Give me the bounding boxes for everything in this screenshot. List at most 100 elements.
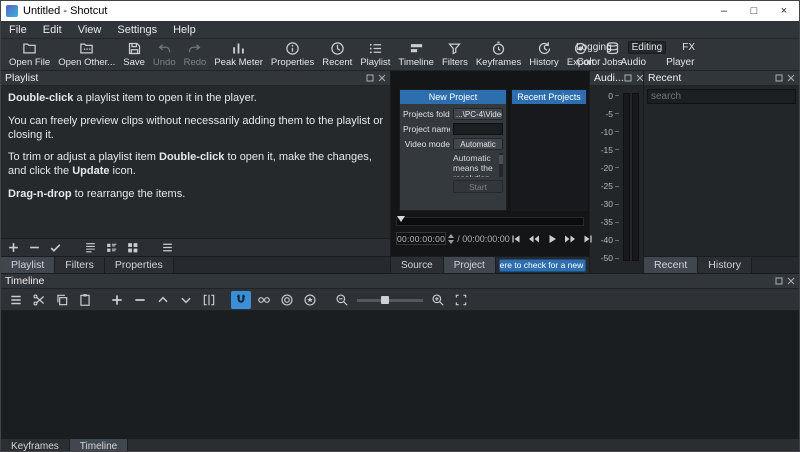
tab-timeline[interactable]: Timeline [69,439,129,451]
undo-button[interactable]: Undo [149,40,180,70]
peak-meter-button[interactable]: Peak Meter [210,40,267,70]
time-spinner[interactable] [448,233,455,244]
rewind-icon[interactable] [528,233,540,245]
recent-button[interactable]: Recent [318,40,356,70]
cut-button[interactable] [29,291,49,309]
recent-icon [330,41,345,56]
close-panel-icon[interactable] [787,74,795,82]
zoom-slider-handle[interactable] [381,295,389,304]
menu-view[interactable]: View [70,21,110,38]
projects-folder-button[interactable]: ...\PC-4\Videos [453,108,503,120]
zoom-fit-icon [454,293,468,307]
play-icon[interactable] [546,233,558,245]
save-icon [127,41,142,56]
tab-history[interactable]: History [698,257,752,273]
tab-playlist[interactable]: Playlist [1,257,56,273]
zoom-fit-button[interactable] [451,291,471,309]
menu-edit[interactable]: Edit [35,21,70,38]
recent-list-area [644,86,799,256]
menu-file[interactable]: File [1,21,35,38]
recent-search-input[interactable] [647,89,796,104]
timeline-button[interactable]: Timeline [394,40,438,70]
open-file-button[interactable]: Open File [5,40,54,70]
close-panel-icon[interactable] [787,277,795,285]
ripple-delete-button[interactable] [130,291,150,309]
check-version-button[interactable]: Click here to check for a new versi... [498,258,586,272]
view-icons-icon[interactable] [126,241,139,254]
project-name-label: Project name [403,124,450,134]
video-mode-button[interactable]: Automatic [453,138,503,150]
layout-color-button[interactable]: Color [573,56,605,69]
timeline-menu-button[interactable] [6,291,26,309]
zoom-in-icon [431,293,445,307]
timeline-track-area[interactable] [1,311,799,438]
main-toolbar: Open File Open Other... Save Undo Redo P… [1,39,799,71]
fast-forward-icon[interactable] [564,233,576,245]
lift-button[interactable] [153,291,173,309]
overwrite-button[interactable] [176,291,196,309]
tab-filters[interactable]: Filters [55,257,105,273]
history-button[interactable]: History [525,40,563,70]
zoom-out-button[interactable] [332,291,352,309]
playhead-marker[interactable] [397,216,405,222]
note-scrollbar[interactable] [499,153,503,177]
layout-audio-button[interactable]: Audio [617,56,651,69]
paste-button[interactable] [75,291,95,309]
start-button[interactable]: Start [453,180,503,193]
view-tiles-icon[interactable] [105,241,118,254]
zoom-slider-track[interactable] [357,298,423,302]
save-button[interactable]: Save [119,40,149,70]
keyframes-button[interactable]: Keyframes [472,40,525,70]
seek-bar[interactable] [396,217,584,226]
ripple-button[interactable] [277,291,297,309]
skip-to-start-icon[interactable] [510,233,522,245]
menu-settings[interactable]: Settings [109,21,165,38]
zoom-in-button[interactable] [428,291,448,309]
properties-button[interactable]: Properties [267,40,318,70]
minimize-button[interactable]: – [709,1,739,21]
spin-up-icon[interactable] [448,233,455,238]
update-playlist-icon[interactable] [49,241,62,254]
ripple-all-tracks-button[interactable] [300,291,320,309]
recent-tabbar: Recent History [644,256,799,273]
spin-down-icon[interactable] [448,239,455,244]
playlist-panel-title: Playlist [5,72,39,84]
tab-source[interactable]: Source [391,257,444,273]
snap-toggle-button[interactable] [231,290,251,309]
layout-logging-button[interactable]: Logging [572,41,616,54]
open-other-button[interactable]: Open Other... [54,40,119,70]
float-panel-icon[interactable] [775,74,783,82]
copy-button[interactable] [52,291,72,309]
menu-help[interactable]: Help [165,21,204,38]
new-project-header[interactable]: New Project [400,90,506,104]
float-panel-icon[interactable] [775,277,783,285]
zoom-slider[interactable] [357,294,423,306]
recent-projects-header[interactable]: Recent Projects [512,90,586,104]
scrub-while-dragging-button[interactable] [254,291,274,309]
redo-button[interactable]: Redo [180,40,211,70]
add-to-playlist-icon[interactable] [7,241,20,254]
layout-editing-button[interactable]: Editing [627,41,667,54]
close-panel-icon[interactable] [378,74,386,82]
playlist-button[interactable]: Playlist [356,40,394,70]
playlist-menu-icon[interactable] [161,241,174,254]
tab-keyframes[interactable]: Keyframes [1,439,70,451]
project-name-input[interactable] [453,123,503,135]
close-panel-icon[interactable] [636,74,644,82]
tab-project[interactable]: Project [443,257,496,273]
filters-button[interactable]: Filters [438,40,472,70]
close-button[interactable]: × [769,1,799,21]
skip-to-end-icon[interactable] [582,233,594,245]
tab-recent[interactable]: Recent [644,257,699,273]
split-button[interactable] [199,291,219,309]
maximize-button[interactable]: □ [739,1,769,21]
remove-from-playlist-icon[interactable] [28,241,41,254]
current-time-field[interactable]: 00:00:00:00 [396,232,447,245]
float-panel-icon[interactable] [624,74,632,82]
view-details-icon[interactable] [84,241,97,254]
tab-properties[interactable]: Properties [104,257,174,273]
layout-player-button[interactable]: Player [662,56,698,69]
append-button[interactable] [107,291,127,309]
layout-fx-button[interactable]: FX [678,41,699,54]
float-panel-icon[interactable] [366,74,374,82]
